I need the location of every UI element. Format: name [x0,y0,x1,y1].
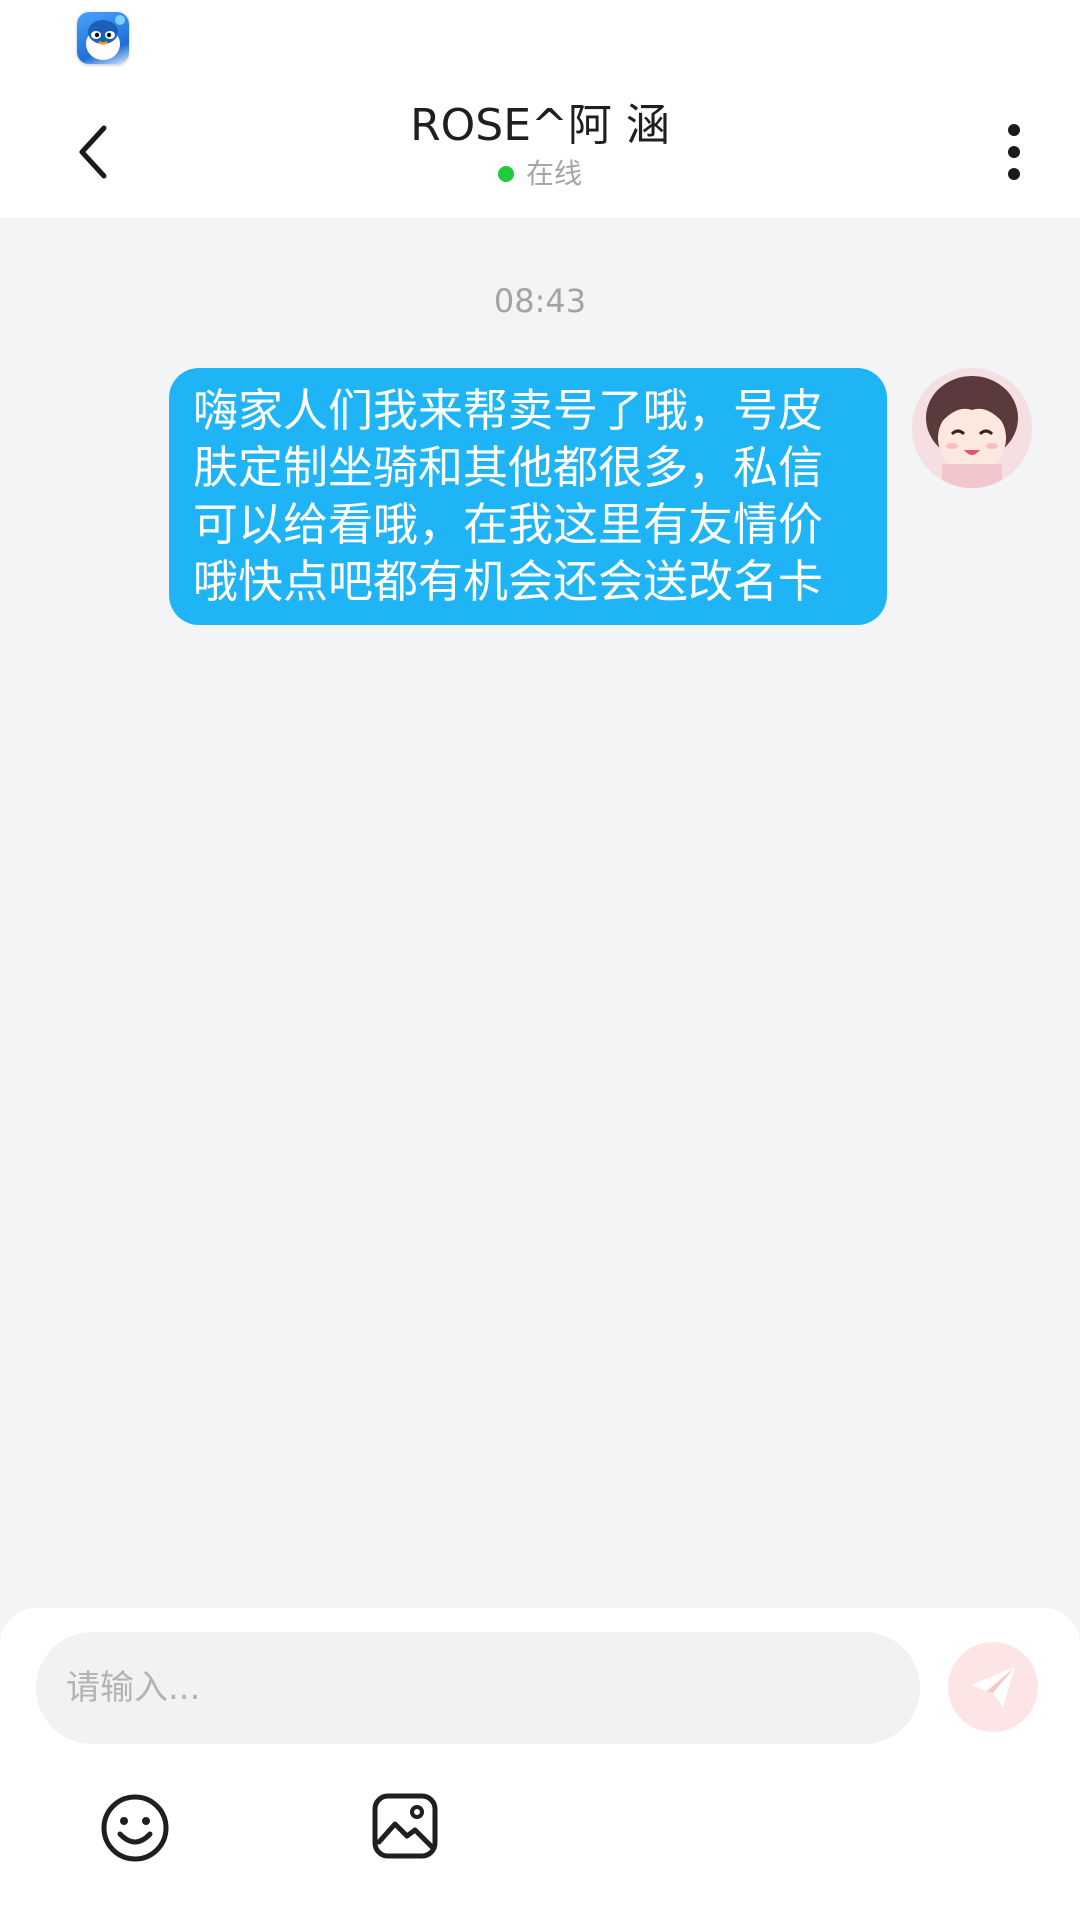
chevron-left-icon [79,125,107,179]
send-button[interactable] [948,1642,1038,1732]
image-icon [372,1793,438,1859]
back-button[interactable] [60,116,132,188]
paper-plane-icon [971,1667,1015,1707]
presence-label: 在线 [525,157,582,190]
message-timestamp: 08:43 [493,282,587,320]
more-vertical-icon [1008,124,1020,180]
anime-girl-avatar[interactable] [912,368,1032,488]
contact-name: ROSE^阿 涵 [410,100,670,151]
chat-screen: ROSE^阿 涵 在线 08:43 嗨家人们我来帮卖号了哦，号皮肤定制坐骑和其他… [0,0,1080,1920]
presence-status: 在线 [497,156,582,192]
image-button[interactable] [371,1792,439,1860]
status-bar [0,0,1080,86]
more-options-button[interactable] [990,116,1038,188]
message-composer [0,1608,1080,1920]
contact-info[interactable]: ROSE^阿 涵 在线 [240,98,840,192]
smiley-icon [101,1794,169,1862]
chat-header: ROSE^阿 涵 在线 [0,86,1080,218]
online-dot-icon [497,166,514,182]
message-bubble[interactable]: 嗨家人们我来帮卖号了哦，号皮肤定制坐骑和其他都很多，私信可以给看哦，在我这里有友… [169,368,887,625]
emoji-button[interactable] [99,1792,171,1864]
message-input[interactable] [36,1632,920,1744]
qq-penguin-icon [77,12,129,64]
message-input-field[interactable] [64,1667,920,1709]
